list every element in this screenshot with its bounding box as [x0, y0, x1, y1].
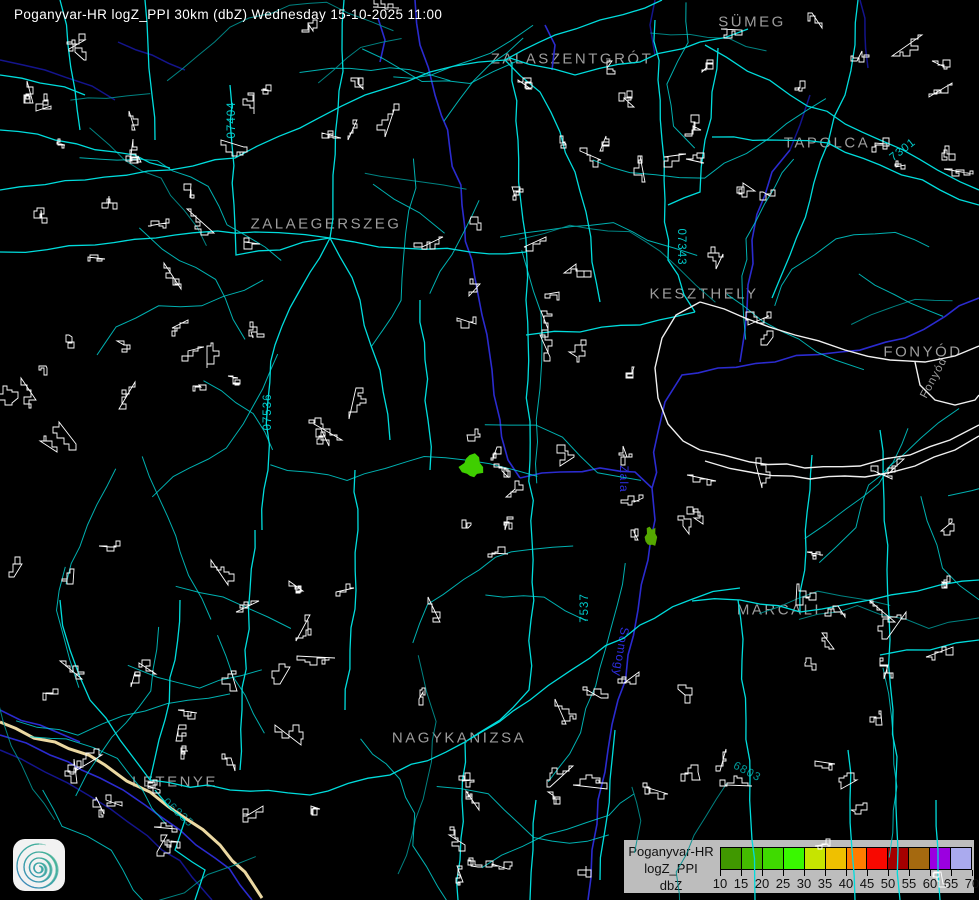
- product-title: Poganyvar-HR logZ_PPI 30km (dbZ) Wednesd…: [14, 7, 442, 22]
- river-label-zala: Zala: [617, 465, 631, 492]
- map-labels: SÜMEG ZALASZENTGRÓT TAPOLCA ZALAEGERSZEG KES…: [0, 0, 979, 900]
- city-label-fonyd: FONYÓD: [883, 344, 962, 361]
- road-label-6803: 6803: [731, 760, 763, 784]
- city-label-tapolca: TAPOLCA: [784, 135, 870, 152]
- road-label-07536: 07536: [262, 394, 274, 431]
- road-label-7537: 7537: [579, 593, 591, 623]
- road-label-06835: 06835: [160, 796, 196, 830]
- city-label-keszthely: KESZTHELY: [650, 286, 759, 303]
- river-label-somogy: Somogy: [610, 626, 632, 678]
- city-label-nagykanizsa: NAGYKANIZSA: [392, 730, 526, 747]
- hungaromet-logo: [13, 839, 65, 891]
- spiral-icon: [13, 839, 65, 891]
- road-label-07343: 07343: [675, 229, 687, 266]
- road-label-fonyd: Fonyód: [918, 356, 949, 401]
- road-label-7301: 7301: [888, 136, 919, 164]
- city-label-zalaegerszeg: ZALAEGERSZEG: [251, 216, 402, 233]
- city-label-letenye: LETENYE: [132, 774, 218, 791]
- city-label-smeg: SÜMEG: [718, 14, 786, 31]
- road-label-07404: 07404: [226, 102, 238, 139]
- city-label-zalaszentgrt: ZALASZENTGRÓT: [491, 51, 654, 68]
- radar-screen: Poganyvar-HR logZ_PPI dbZ 10152025303540…: [0, 0, 979, 900]
- city-label-marcali: MARCALI: [737, 602, 821, 619]
